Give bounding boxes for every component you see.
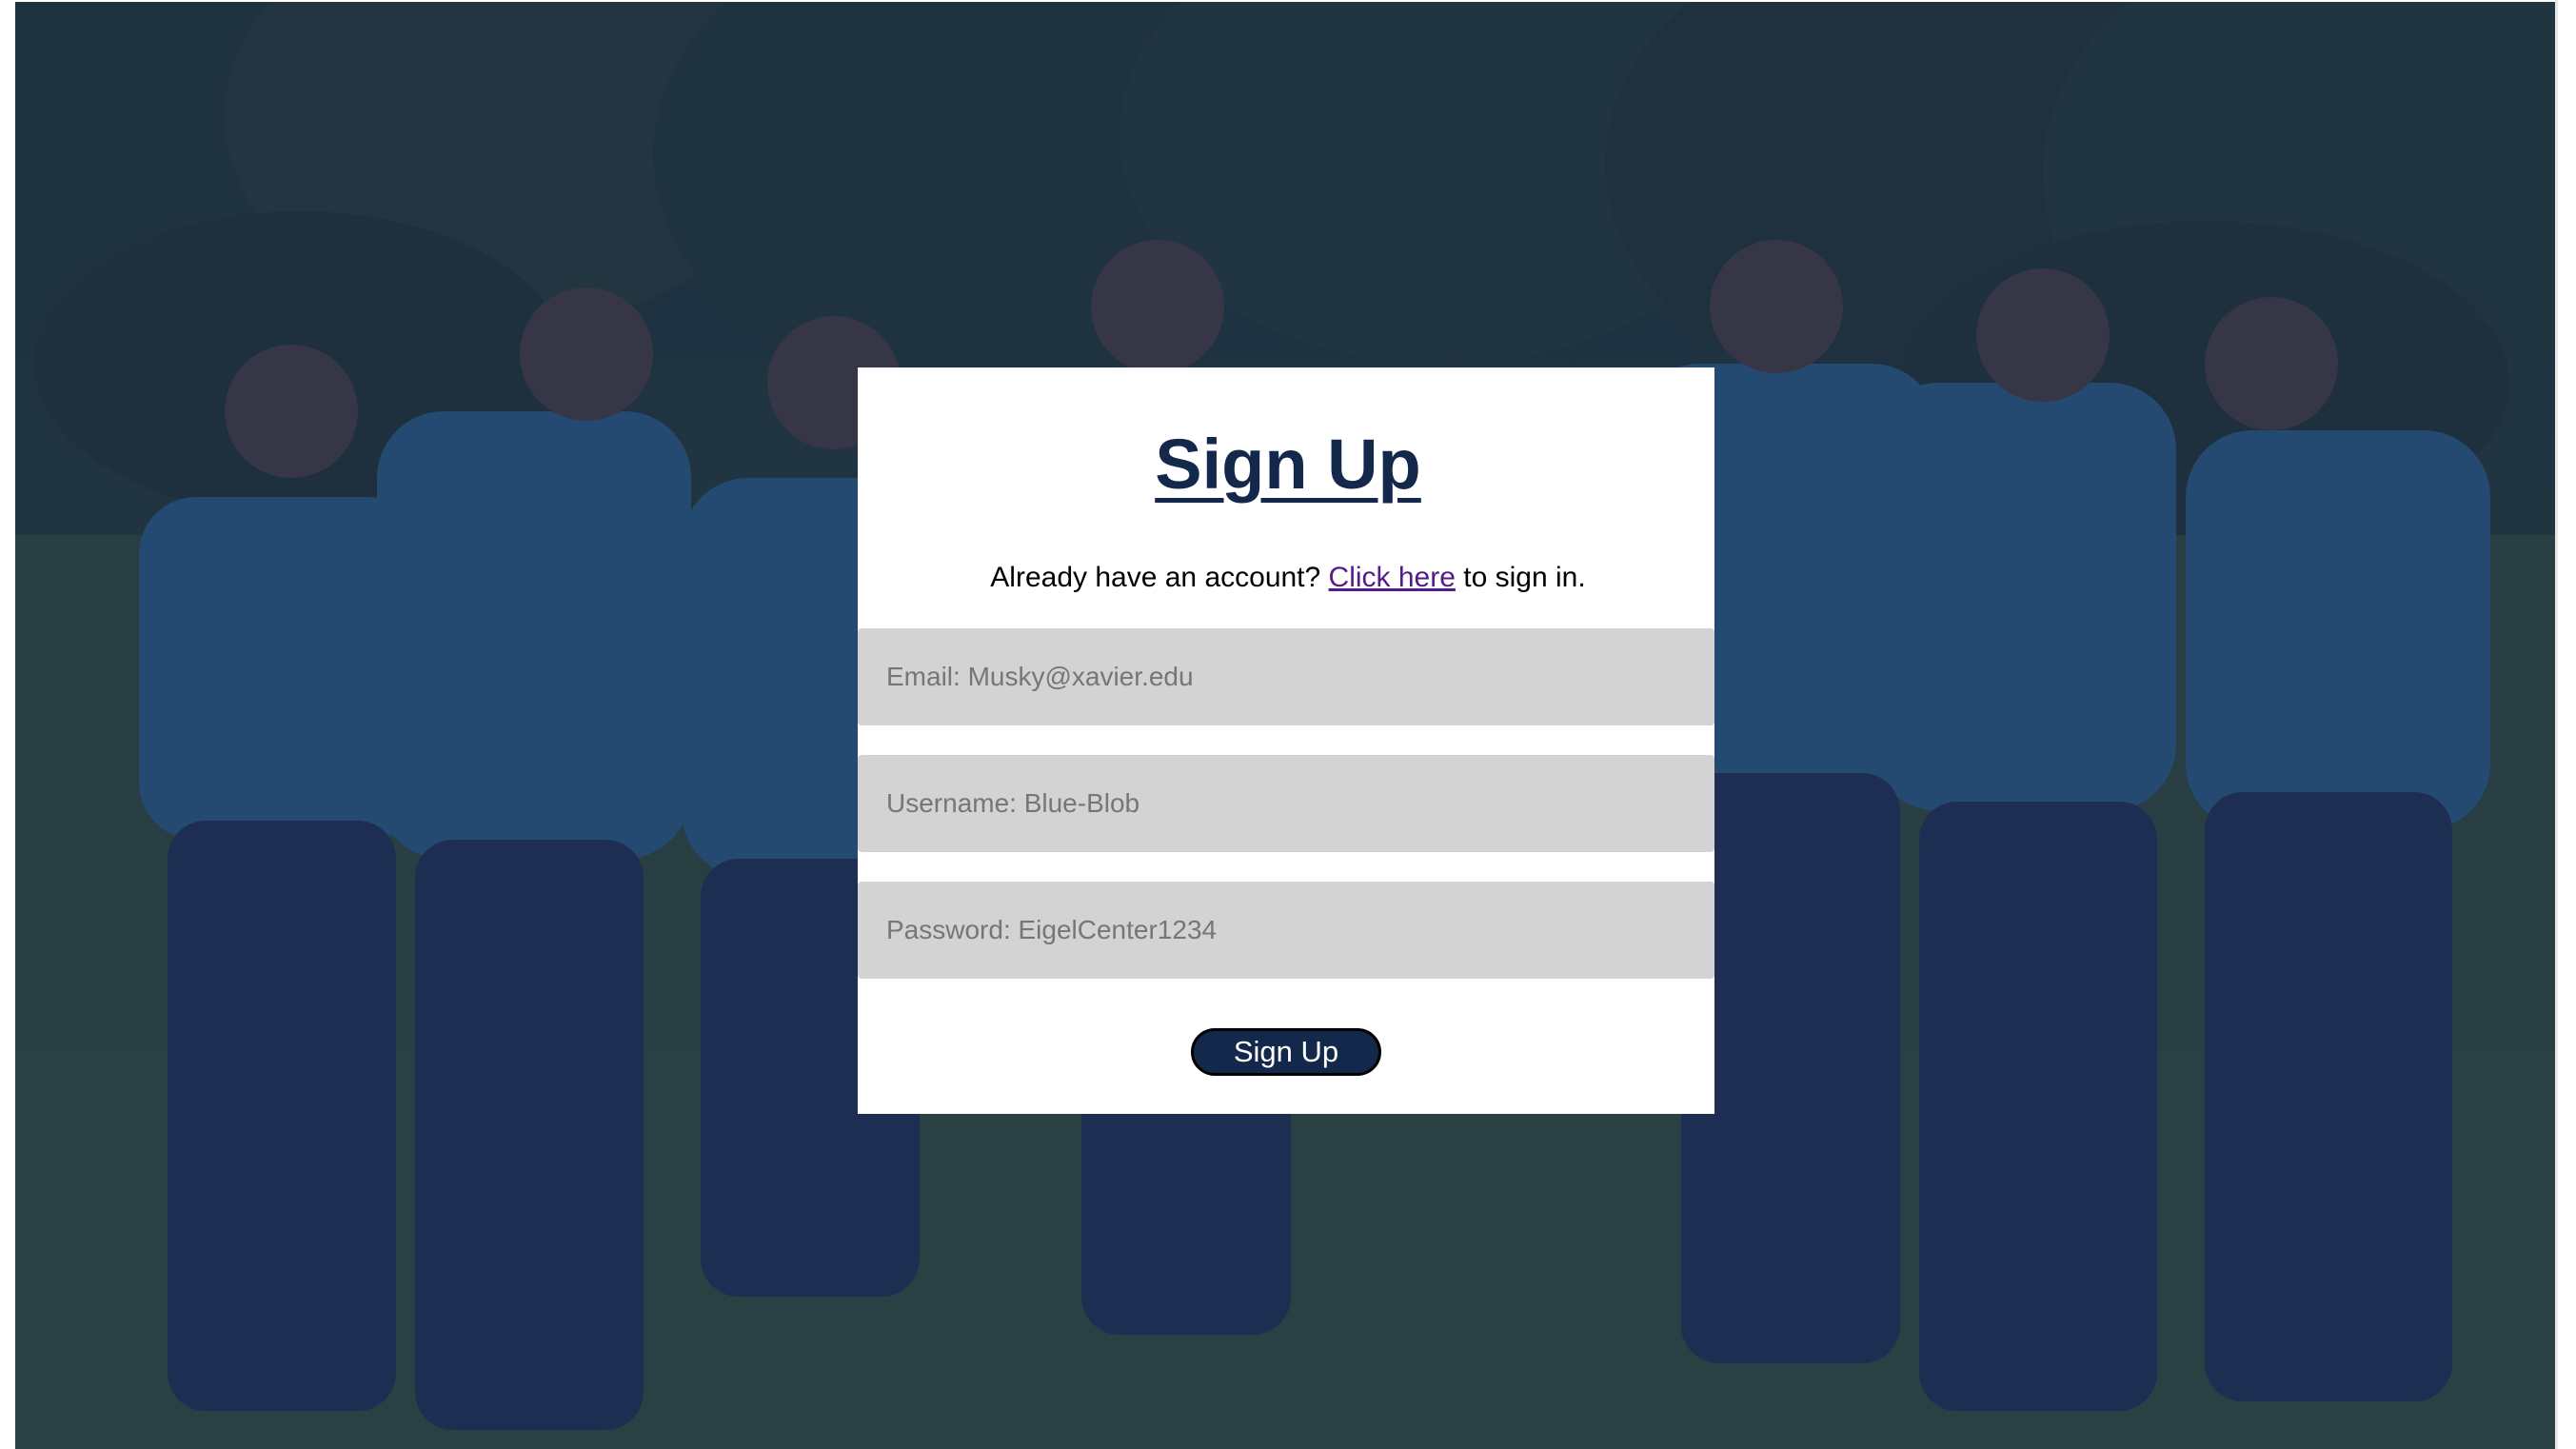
email-field[interactable] [858,628,1714,725]
signin-prompt-suffix: to sign in. [1463,562,1586,593]
signin-prompt-prefix: Already have an account? [990,562,1321,593]
username-field[interactable] [858,755,1714,852]
signin-prompt: Already have an account? Click here to s… [0,562,2576,594]
window-edge [2555,0,2558,1449]
page-title: Sign Up [1155,425,1421,504]
signup-button[interactable]: Sign Up [1191,1028,1381,1076]
page-frame: Sign Up Already have an account? Click h… [0,0,2576,1449]
password-field[interactable] [858,882,1714,979]
signin-link[interactable]: Click here [1329,562,1456,593]
